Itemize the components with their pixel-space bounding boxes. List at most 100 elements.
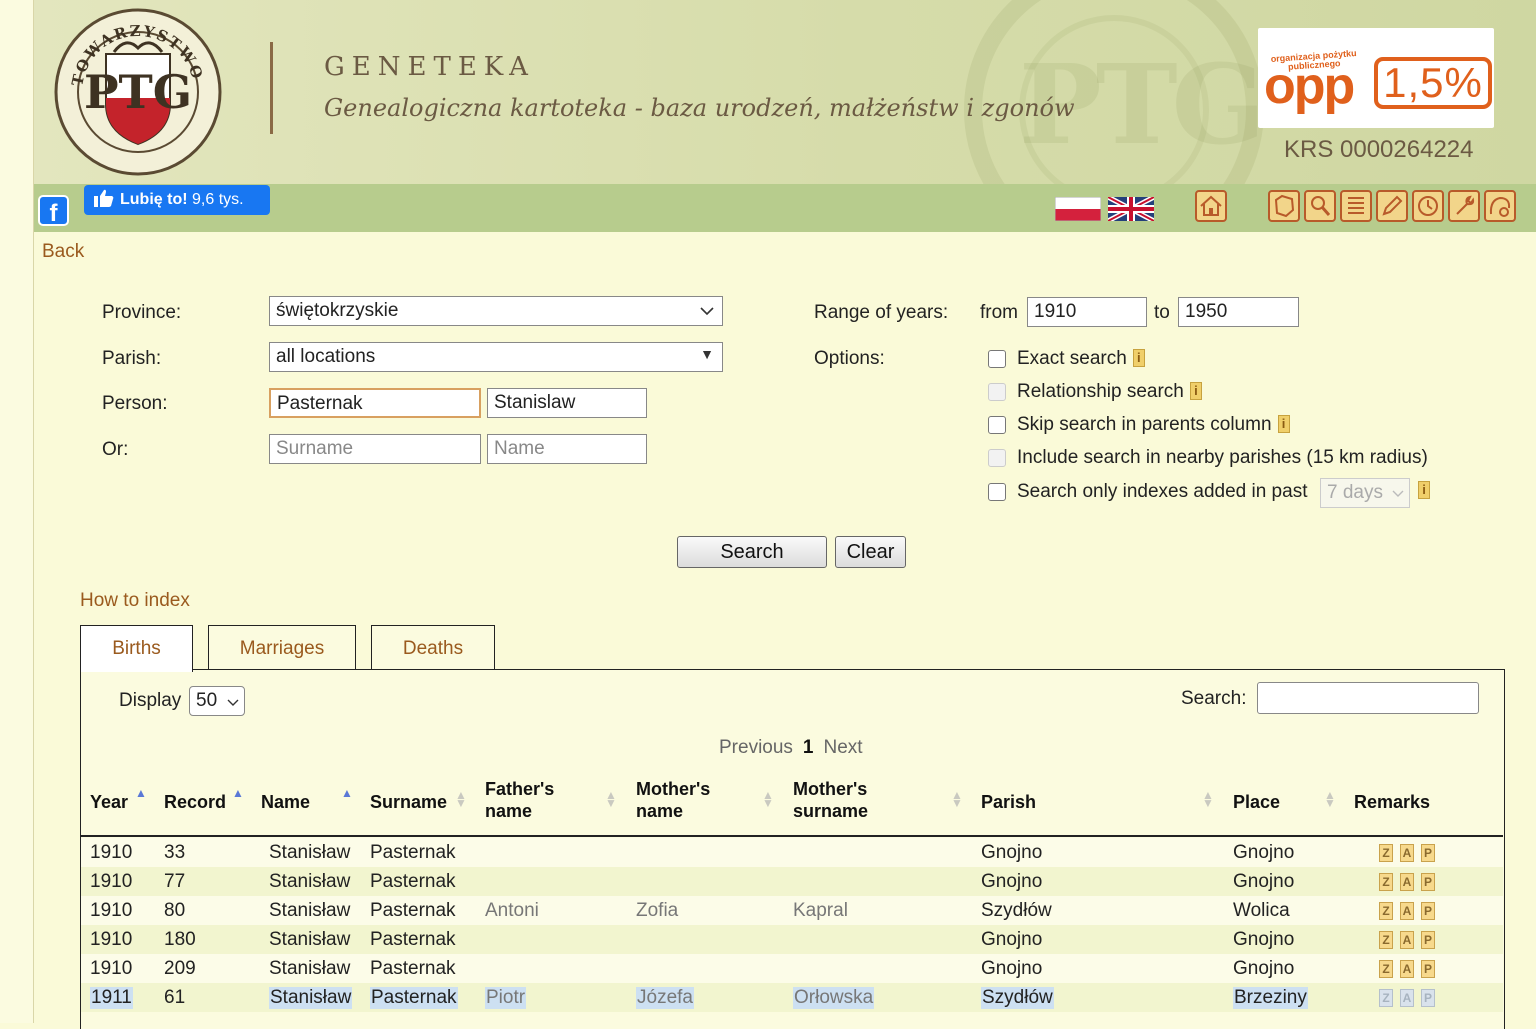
remark-a-icon[interactable]: A — [1400, 931, 1414, 949]
results-panel: Display 50 Search: Previous 1 Next Year ▲ … — [80, 669, 1505, 1029]
column-header-parish[interactable]: Parish — [981, 791, 1036, 813]
home-icon[interactable] — [1195, 190, 1227, 222]
cell-surname: Pasternak — [370, 987, 458, 1009]
table-search-input[interactable] — [1257, 682, 1479, 714]
info-icon[interactable]: i — [1277, 415, 1290, 433]
remark-p-icon[interactable]: P — [1421, 989, 1435, 1007]
list-icon[interactable] — [1340, 190, 1372, 222]
clock-icon[interactable] — [1412, 190, 1444, 222]
parish-select[interactable]: all locations ▼ — [269, 342, 723, 372]
info-icon[interactable]: i — [1132, 349, 1145, 367]
info-icon[interactable]: i — [1189, 382, 1202, 400]
cell-surname: Pasternak — [370, 929, 456, 950]
tab-deaths[interactable]: Deaths — [371, 625, 495, 671]
ptg-logo[interactable]: TOWARZYSTWO GENEALOGICZNE PTG — [54, 8, 222, 176]
remark-z-icon[interactable]: Z — [1379, 960, 1393, 978]
remark-z-icon[interactable]: Z — [1379, 902, 1393, 920]
remark-p-icon[interactable]: P — [1421, 960, 1435, 978]
tab-births[interactable]: Births — [80, 625, 193, 672]
cell-surname: Pasternak — [370, 958, 456, 979]
remark-z-icon[interactable]: Z — [1379, 931, 1393, 949]
column-header-father-name-line1: Father's — [485, 779, 555, 799]
display-label: Display — [119, 690, 182, 711]
column-header-mother-surname[interactable]: Mother's surname — [793, 778, 868, 822]
column-header-name[interactable]: Name — [261, 791, 310, 813]
table-row-highlighted[interactable]: 1911 61 Stanisław Pasternak Piotr Józefa… — [81, 983, 1503, 1012]
remark-a-icon[interactable]: A — [1400, 989, 1414, 1007]
table-row[interactable]: 1910 77 Stanisław Pasternak Gnojno Gnojn… — [81, 867, 1503, 896]
chevron-down-icon — [1392, 490, 1404, 497]
sort-both-icon: ▲ ▼ — [1202, 788, 1214, 810]
remark-p-icon[interactable]: P — [1421, 931, 1435, 949]
column-header-record[interactable]: Record — [164, 791, 226, 813]
or-surname-input[interactable]: Surname — [269, 434, 481, 464]
facebook-like-button[interactable]: Lubię to! 9,6 tys. — [84, 185, 270, 215]
days-select[interactable]: 7 days — [1320, 478, 1410, 508]
table-row[interactable]: 1910 33 Stanisław Pasternak Gnojno Gnojn… — [81, 838, 1503, 867]
nearby-parishes-label: Include search in nearby parishes (15 km… — [1017, 447, 1428, 468]
year-from-input[interactable]: 1910 — [1027, 297, 1147, 327]
info-icon[interactable]: i — [1418, 481, 1430, 499]
remark-p-icon[interactable]: P — [1421, 873, 1435, 891]
recent-indexes-checkbox[interactable] — [988, 483, 1006, 501]
remark-a-icon[interactable]: A — [1400, 902, 1414, 920]
remark-a-icon[interactable]: A — [1400, 873, 1414, 891]
remark-z-icon[interactable]: Z — [1379, 873, 1393, 891]
nearby-parishes-checkbox[interactable] — [988, 449, 1006, 467]
remark-p-icon[interactable]: P — [1421, 902, 1435, 920]
header-divider — [270, 42, 273, 134]
person-name-input[interactable]: Stanislaw — [487, 388, 647, 418]
uk-flag-icon[interactable] — [1108, 197, 1154, 221]
cell-father-name: Piotr — [485, 987, 527, 1009]
sort-asc-icon: ▲ — [341, 786, 353, 800]
table-search-label: Search: — [1181, 688, 1247, 709]
search-button[interactable]: Search — [677, 536, 827, 568]
back-link[interactable]: Back — [42, 241, 84, 263]
table-row[interactable]: 1910 80 Stanisław Pasternak Antoni Zofia… — [81, 896, 1503, 925]
site-title: GENETEKA — [324, 52, 535, 82]
relationship-search-checkbox[interactable] — [988, 383, 1006, 401]
next-page-button[interactable]: Next — [824, 737, 863, 758]
cell-name: Stanisław — [269, 929, 351, 950]
facebook-icon[interactable]: f — [38, 195, 69, 227]
column-header-year[interactable]: Year — [90, 791, 128, 813]
table-row[interactable]: 1910 209 Stanisław Pasternak Gnojno Gnoj… — [81, 954, 1503, 983]
column-header-father-name[interactable]: Father's name — [485, 778, 554, 822]
remark-a-icon[interactable]: A — [1400, 960, 1414, 978]
like-count: 9,6 tys. — [192, 191, 244, 208]
table-row[interactable]: 1910 180 Stanisław Pasternak Gnojno Gnoj… — [81, 925, 1503, 954]
polish-flag-icon[interactable] — [1055, 197, 1101, 221]
column-header-surname[interactable]: Surname — [370, 791, 447, 813]
exact-search-option: Exact search i — [1017, 348, 1145, 370]
pencil-icon[interactable] — [1376, 190, 1408, 222]
column-header-mother-name[interactable]: Mother's name — [636, 778, 710, 822]
exact-search-label: Exact search — [1017, 348, 1127, 369]
cell-year: 1910 — [90, 842, 133, 863]
opp-percent: 1,5% — [1374, 57, 1492, 109]
clear-button[interactable]: Clear — [835, 536, 906, 568]
search-icon[interactable] — [1304, 190, 1336, 222]
remark-z-icon[interactable]: Z — [1379, 844, 1393, 862]
previous-page-button[interactable]: Previous — [719, 737, 793, 758]
province-select[interactable]: świętokrzyskie — [269, 296, 723, 326]
parish-value: all locations — [276, 346, 376, 367]
map-icon[interactable] — [1268, 190, 1300, 222]
wrench-icon[interactable] — [1448, 190, 1480, 222]
skip-parents-checkbox[interactable] — [988, 416, 1006, 434]
cell-mother-surname: Kapral — [793, 900, 848, 921]
remark-p-icon[interactable]: P — [1421, 844, 1435, 862]
display-count-select[interactable]: 50 — [189, 686, 245, 716]
opp-banner[interactable]: organizacja pożytku publicznego opp 1,5% — [1258, 28, 1494, 128]
exact-search-checkbox[interactable] — [988, 350, 1006, 368]
help-icon[interactable] — [1484, 190, 1516, 222]
current-page[interactable]: 1 — [803, 737, 814, 758]
remark-a-icon[interactable]: A — [1400, 844, 1414, 862]
tab-marriages[interactable]: Marriages — [208, 625, 356, 671]
year-to-input[interactable]: 1950 — [1178, 297, 1299, 327]
chevron-down-icon — [700, 307, 714, 316]
person-surname-input[interactable]: Pasternak — [269, 388, 481, 418]
how-to-index-link[interactable]: How to index — [80, 590, 190, 612]
or-name-input[interactable]: Name — [487, 434, 647, 464]
column-header-place[interactable]: Place — [1233, 791, 1280, 813]
remark-z-icon[interactable]: Z — [1379, 989, 1393, 1007]
